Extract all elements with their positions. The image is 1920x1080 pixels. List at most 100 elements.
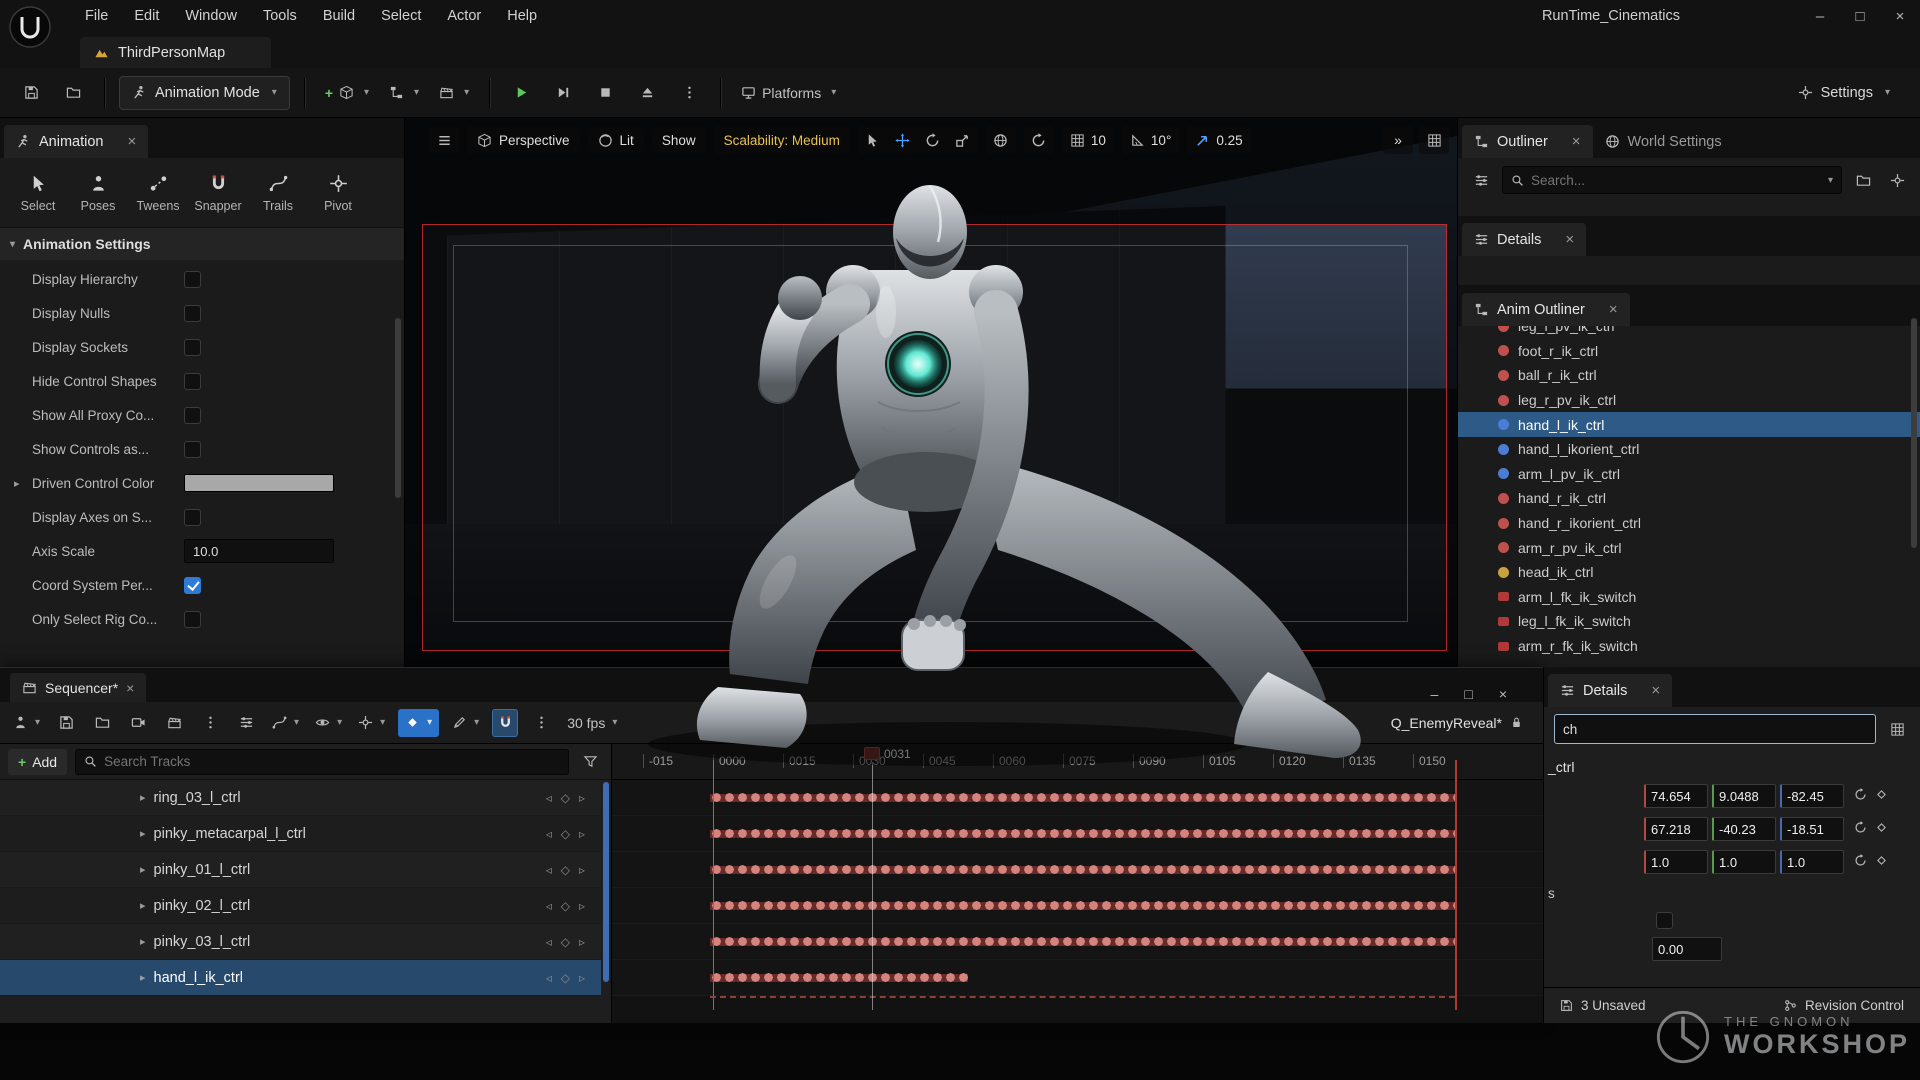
checkbox[interactable] (184, 611, 201, 628)
render-movie-button[interactable] (161, 709, 187, 737)
close-icon[interactable]: × (1565, 231, 1574, 248)
details-search-input[interactable] (1563, 722, 1867, 737)
track-row-ring-03-l-ctrl[interactable]: ▸ring_03_l_ctrl◃◇▹ (0, 780, 601, 816)
anim-tool-trails[interactable]: Trails (250, 166, 306, 219)
unreal-logo[interactable] (8, 5, 52, 49)
checkbox[interactable] (184, 305, 201, 322)
anim-outliner-item-leg-l-pv-ik-ctrl[interactable]: leg_l_pv_ik_ctrl (1458, 326, 1920, 339)
outliner-filter-button[interactable] (1468, 167, 1494, 193)
expand-icon[interactable]: ▸ (140, 935, 146, 948)
anim-outliner-item-hand-l-ik-ctrl[interactable]: hand_l_ik_ctrl (1458, 412, 1920, 437)
sequencer-close-button[interactable]: × (1499, 686, 1507, 702)
value-field[interactable]: 1.0 (1644, 850, 1708, 874)
add-key-icon[interactable]: ◇ (561, 863, 570, 877)
color-swatch[interactable] (184, 474, 334, 492)
menu-help[interactable]: Help (494, 3, 550, 29)
create-camera-button[interactable] (125, 709, 151, 737)
play-options-button[interactable] (672, 76, 706, 110)
add-track-button[interactable]: + Add (8, 749, 67, 775)
outliner-search[interactable]: ▾ (1502, 166, 1842, 194)
lit-dropdown[interactable]: Lit (588, 126, 644, 154)
sequencer-maximize-button[interactable]: □ (1464, 686, 1472, 702)
keyframes[interactable] (710, 816, 1455, 851)
tab-details-bottom[interactable]: Details × (1548, 674, 1672, 707)
viewport-menu-button[interactable] (429, 126, 459, 154)
close-icon[interactable]: × (1572, 133, 1581, 150)
sequencer-view-dropdown[interactable]: ▾ (10, 709, 43, 737)
keyframes[interactable] (710, 852, 1455, 887)
anim-outliner-item-leg-r-pv-ik-ctrl[interactable]: leg_r_pv_ik_ctrl (1458, 388, 1920, 413)
anim-tool-select[interactable]: Select (10, 166, 66, 219)
prev-key-icon[interactable]: ◃ (546, 899, 552, 913)
view-options-button[interactable]: ▾ (312, 709, 345, 737)
next-key-icon[interactable]: ▹ (579, 863, 585, 877)
settings-dropdown[interactable]: Settings ▾ (1798, 85, 1890, 101)
expand-icon[interactable]: ▸ (140, 791, 146, 804)
platforms-dropdown[interactable]: Platforms ▾ (735, 76, 842, 110)
anim-outliner-item-arm-r-fk-ik-switch[interactable]: arm_r_fk_ik_switch (1458, 634, 1920, 659)
show-dropdown[interactable]: Show (652, 126, 706, 154)
prev-key-icon[interactable]: ◃ (546, 935, 552, 949)
sequencer-scrollbar[interactable] (603, 782, 609, 982)
camera-speed-value[interactable]: 0.25 (1216, 133, 1242, 148)
next-key-icon[interactable]: ▹ (579, 827, 585, 841)
sequencer-timeline[interactable]: -015000000150030004500600075009001050120… (612, 744, 1543, 1023)
checkbox[interactable] (184, 271, 201, 288)
track-filter-button[interactable] (577, 749, 603, 775)
menu-edit[interactable]: Edit (121, 3, 172, 29)
track-row-hand-l-ik-ctrl[interactable]: ▸hand_l_ik_ctrl◃◇▹ (0, 960, 601, 996)
browse-sequence-button[interactable] (89, 709, 115, 737)
details-view-button[interactable] (1884, 716, 1910, 742)
expand-icon[interactable]: ▸ (140, 863, 146, 876)
add-key-icon[interactable]: ◇ (561, 791, 570, 805)
track-search[interactable] (75, 749, 569, 775)
revert-icon[interactable] (1854, 821, 1867, 837)
animation-settings-header[interactable]: ▾ Animation Settings (0, 228, 404, 260)
revert-icon[interactable] (1854, 788, 1867, 804)
tab-outliner[interactable]: Outliner × (1462, 125, 1593, 158)
keyframes[interactable] (710, 888, 1455, 923)
anim-tool-poses[interactable]: Poses (70, 166, 126, 219)
sequencer-minimize-button[interactable]: – (1431, 686, 1439, 702)
keyframes[interactable] (710, 960, 968, 995)
add-key-icon[interactable]: ◇ (561, 935, 570, 949)
track-row-pinky-03-l-ctrl[interactable]: ▸pinky_03_l_ctrl◃◇▹ (0, 924, 601, 960)
checkbox[interactable] (1656, 912, 1673, 929)
prev-key-icon[interactable]: ◃ (546, 971, 552, 985)
anim-tool-pivot[interactable]: Pivot (310, 166, 366, 219)
anim-outliner-item-head-ik-ctrl[interactable]: head_ik_ctrl (1458, 560, 1920, 585)
auto-key-button[interactable]: ▾ (449, 709, 482, 737)
minimize-button[interactable]: – (1800, 2, 1840, 30)
new-folder-button[interactable] (1850, 167, 1876, 193)
add-key-icon[interactable] (1875, 821, 1888, 837)
toolbar-overflow-button[interactable]: » (1383, 126, 1413, 154)
track-row-pinky-01-l-ctrl[interactable]: ▸pinky_01_l_ctrl◃◇▹ (0, 852, 601, 888)
scalability-button[interactable]: Scalability: Medium (714, 126, 850, 154)
fps-dropdown[interactable]: 30 fps ▾ (564, 709, 620, 737)
track-row-pinky-metacarpal-l-ctrl[interactable]: ▸pinky_metacarpal_l_ctrl◃◇▹ (0, 816, 601, 852)
next-key-icon[interactable]: ▹ (579, 971, 585, 985)
anim-outliner-item-arm-r-pv-ik-ctrl[interactable]: arm_r_pv_ik_ctrl (1458, 535, 1920, 560)
eject-button[interactable] (630, 76, 664, 110)
value-field[interactable]: 0.00 (1652, 937, 1722, 961)
sequencer-actions-button[interactable] (233, 709, 259, 737)
left-panel-scrollbar[interactable] (395, 318, 401, 498)
add-key-icon[interactable] (1875, 788, 1888, 804)
editor-mode-dropdown[interactable]: Animation Mode ▾ (119, 76, 290, 110)
expand-icon[interactable]: ▸ (140, 827, 146, 840)
track-row-pinky-02-l-ctrl[interactable]: ▸pinky_02_l_ctrl◃◇▹ (0, 888, 601, 924)
tab-details[interactable]: Details × (1462, 223, 1586, 256)
expand-icon[interactable]: ▸ (140, 971, 146, 984)
anim-tool-snapper[interactable]: Snapper (190, 166, 246, 219)
snap-button[interactable] (492, 709, 518, 737)
close-icon[interactable]: × (1651, 682, 1660, 699)
expand-icon[interactable]: ▸ (140, 899, 146, 912)
outliner-settings-button[interactable] (1884, 167, 1910, 193)
snap-options-button[interactable] (528, 709, 554, 737)
surface-snap-button[interactable] (1024, 126, 1054, 154)
cinematics-dropdown[interactable]: ▾ (433, 76, 475, 110)
grid-snap-value[interactable]: 10 (1091, 133, 1106, 148)
value-field[interactable]: -40.23 (1712, 817, 1776, 841)
prev-key-icon[interactable]: ◃ (546, 863, 552, 877)
playback-options-button[interactable]: ▾ (355, 709, 388, 737)
